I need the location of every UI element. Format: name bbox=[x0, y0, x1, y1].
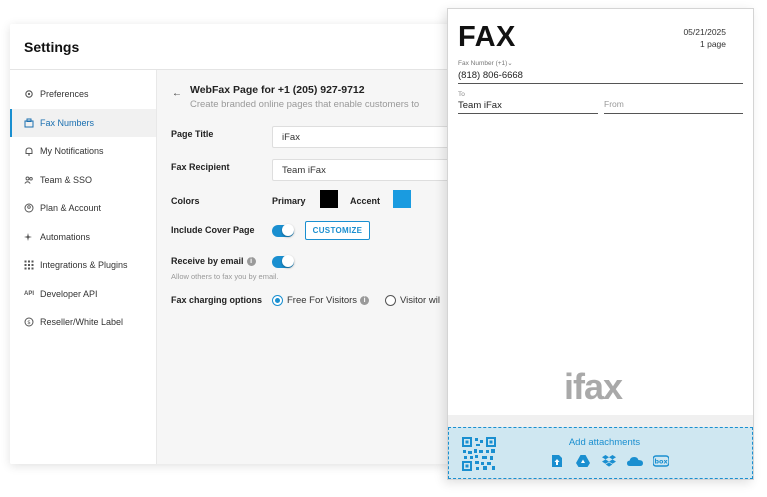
sidebar-item-integrations[interactable]: Integrations & Plugins bbox=[10, 251, 156, 280]
receive-email-label-wrap: Receive by email i bbox=[171, 256, 256, 267]
fax-to-input[interactable]: Team iFax bbox=[458, 100, 502, 111]
cover-page-toggle[interactable] bbox=[272, 224, 294, 237]
fax-footer-divider bbox=[448, 415, 753, 427]
page-title-label: Page Title bbox=[171, 129, 214, 139]
back-arrow-icon[interactable]: ← bbox=[172, 88, 182, 99]
tag-icon: $ bbox=[23, 316, 35, 328]
users-icon bbox=[23, 174, 35, 186]
sidebar-item-label: Automations bbox=[40, 231, 91, 242]
add-attachments-dropzone[interactable]: Add attachments box bbox=[448, 427, 753, 479]
fax-to-underline bbox=[458, 113, 598, 114]
sidebar-item-label: Developer API bbox=[40, 288, 98, 299]
sidebar-item-label: Plan & Account bbox=[40, 203, 102, 214]
dropbox-icon[interactable] bbox=[601, 454, 617, 468]
receive-email-label: Receive by email bbox=[171, 256, 244, 266]
box-icon[interactable]: box bbox=[653, 454, 669, 468]
sparkle-icon bbox=[23, 231, 35, 243]
sidebar-item-reseller[interactable]: $ Reseller/White Label bbox=[10, 308, 156, 337]
bell-icon bbox=[23, 145, 35, 157]
receive-email-toggle[interactable] bbox=[272, 255, 294, 268]
settings-window: Settings Preferences Fax Numbers My Noti… bbox=[10, 24, 470, 464]
colors-label: Colors bbox=[171, 196, 200, 206]
account-icon bbox=[23, 202, 35, 214]
svg-text:$: $ bbox=[27, 320, 31, 326]
info-icon[interactable]: i bbox=[360, 295, 370, 305]
svg-text:box: box bbox=[654, 458, 668, 466]
sidebar-item-fax-numbers[interactable]: Fax Numbers bbox=[10, 108, 156, 137]
info-icon[interactable]: i bbox=[246, 257, 256, 267]
settings-content: ← WebFax Page for +1 (205) 927-9712 Crea… bbox=[157, 70, 470, 464]
fax-to-label: To bbox=[458, 91, 465, 98]
grid-icon bbox=[23, 259, 35, 271]
fax-recipient-label: Fax Recipient bbox=[171, 162, 230, 172]
onedrive-icon[interactable] bbox=[627, 454, 643, 468]
charging-options-label: Fax charging options bbox=[171, 295, 263, 305]
fax-number-label[interactable]: Fax Number (+1)⌄ bbox=[458, 59, 513, 67]
fax-page-count: 1 page bbox=[700, 39, 726, 49]
add-attachments-label: Add attachments bbox=[568, 437, 641, 448]
ifax-logo: ifax bbox=[564, 366, 623, 407]
sidebar-item-label: Reseller/White Label bbox=[40, 317, 124, 328]
sidebar-item-label: Integrations & Plugins bbox=[40, 260, 128, 271]
fax-preview-panel: FAX 05/21/2025 1 page Fax Number (+1)⌄ (… bbox=[447, 8, 754, 480]
gear-icon bbox=[23, 88, 35, 100]
fax-date: 05/21/2025 bbox=[683, 27, 726, 37]
radio-visitor-pays[interactable] bbox=[385, 295, 396, 306]
sidebar-item-label: My Notifications bbox=[40, 146, 104, 157]
sidebar-item-team-sso[interactable]: Team & SSO bbox=[10, 166, 156, 195]
fax-title: FAX bbox=[458, 21, 516, 53]
sidebar-item-my-notifications[interactable]: My Notifications bbox=[10, 137, 156, 166]
sidebar-item-developer-api[interactable]: API Developer API bbox=[10, 280, 156, 309]
fax-from-input[interactable]: From bbox=[604, 99, 624, 109]
sidebar-item-preferences[interactable]: Preferences bbox=[10, 80, 156, 109]
google-drive-icon[interactable] bbox=[575, 454, 591, 468]
api-icon: API bbox=[23, 290, 34, 297]
fax-icon bbox=[23, 117, 35, 129]
settings-sidebar: Preferences Fax Numbers My Notifications… bbox=[10, 70, 157, 464]
page-subtitle: Create branded online pages that enable … bbox=[190, 99, 420, 110]
sidebar-item-label: Fax Numbers bbox=[40, 117, 95, 128]
fax-recipient-input[interactable]: Team iFax bbox=[272, 159, 470, 181]
sidebar-item-plan-account[interactable]: Plan & Account bbox=[10, 194, 156, 223]
fax-number-input[interactable]: (818) 806-6668 bbox=[458, 70, 523, 81]
fax-number-underline bbox=[458, 83, 743, 84]
page-header: ← WebFax Page for +1 (205) 927-9712 Crea… bbox=[172, 84, 419, 110]
attachment-sources: box bbox=[549, 454, 669, 468]
accent-color-swatch[interactable] bbox=[393, 190, 411, 208]
radio-free-label-wrap: Free For Visitors i bbox=[287, 295, 370, 306]
primary-color-label: Primary bbox=[272, 196, 306, 206]
sidebar-item-label: Team & SSO bbox=[40, 174, 93, 185]
settings-header: Settings bbox=[10, 24, 470, 70]
receive-email-hint: Allow others to fax you by email. bbox=[171, 272, 279, 281]
sidebar-item-automations[interactable]: Automations bbox=[10, 223, 156, 252]
radio-free-for-visitors[interactable] bbox=[272, 295, 283, 306]
accent-color-label: Accent bbox=[350, 196, 381, 206]
file-upload-icon[interactable] bbox=[549, 454, 565, 468]
cover-page-label: Include Cover Page bbox=[171, 225, 255, 235]
sidebar-item-label: Preferences bbox=[40, 89, 89, 100]
radio-visitor-label: Visitor wil bbox=[400, 295, 440, 306]
page-title: WebFax Page for +1 (205) 927-9712 bbox=[190, 84, 365, 96]
customize-button[interactable]: CUSTOMIZE bbox=[305, 221, 370, 240]
fax-from-underline bbox=[604, 113, 743, 114]
settings-title: Settings bbox=[24, 38, 80, 55]
page-title-input[interactable]: iFax bbox=[272, 126, 470, 148]
primary-color-swatch[interactable] bbox=[320, 190, 338, 208]
radio-free-label: Free For Visitors bbox=[287, 295, 358, 306]
